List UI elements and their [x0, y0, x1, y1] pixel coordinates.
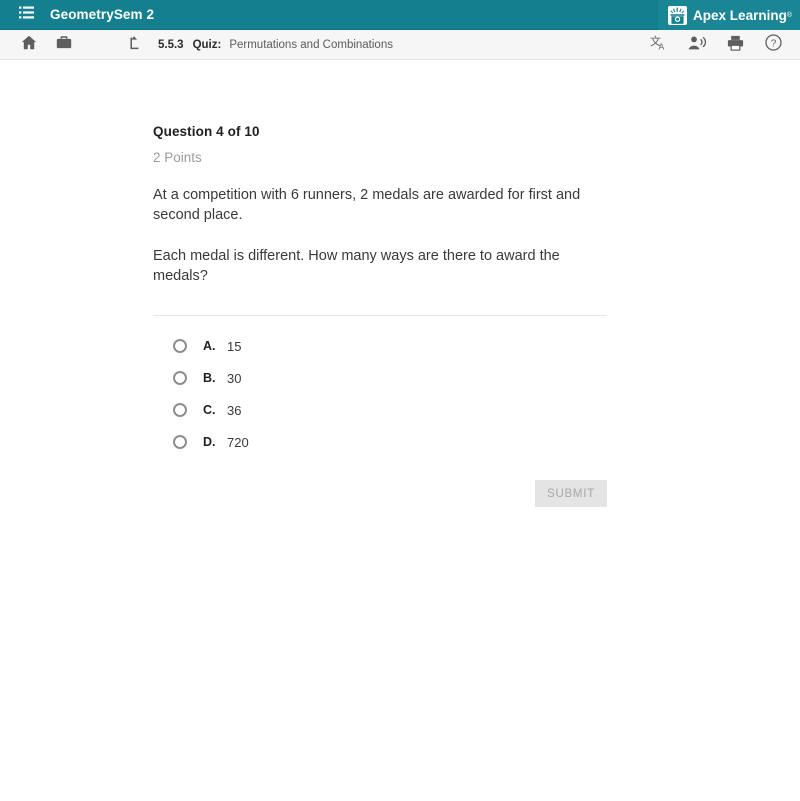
help-button[interactable]: ?	[758, 30, 788, 60]
answer-option-a[interactable]: A. 15	[173, 330, 433, 362]
brand-logo[interactable]: Apex Learning ®	[658, 0, 800, 30]
briefcase-icon	[56, 35, 72, 54]
answer-option-d[interactable]: D. 720	[173, 426, 433, 458]
option-letter-c: C.	[203, 403, 216, 417]
question-heading: Question 4 of 10	[153, 124, 260, 139]
answer-options-list: A. 15 B. 30 C. 36 D. 720	[153, 330, 800, 458]
briefcase-button[interactable]	[49, 30, 79, 60]
text-to-speech-icon	[688, 35, 707, 56]
svg-text:A: A	[659, 42, 665, 52]
breadcrumb-type: Quiz:	[192, 38, 222, 51]
option-letter-a: A.	[203, 339, 216, 353]
option-value-d: 720	[227, 434, 249, 450]
course-title: GeometrySem 2	[50, 7, 155, 22]
up-level-button[interactable]	[125, 34, 147, 56]
brand-trademark: ®	[786, 11, 792, 19]
brand-name: Apex Learning	[693, 7, 787, 23]
text-to-speech-button[interactable]	[682, 30, 712, 60]
translate-button[interactable]: 文 A	[644, 30, 674, 60]
svg-text:?: ?	[770, 38, 776, 49]
option-letter-b: B.	[203, 371, 216, 385]
hamburger-menu-icon	[18, 6, 34, 24]
help-icon: ?	[764, 34, 782, 56]
submit-row: SUBMIT	[153, 480, 607, 507]
top-header: GeometrySem 2 Apex Learning ®	[0, 0, 800, 30]
home-button[interactable]	[14, 30, 44, 60]
submit-button[interactable]: SUBMIT	[535, 480, 607, 507]
breadcrumb-number: 5.5.3	[158, 38, 184, 51]
option-letter-d: D.	[203, 435, 216, 449]
breadcrumb-name: Permutations and Combinations	[229, 38, 393, 51]
up-level-arrow-icon	[129, 35, 144, 55]
radio-button-c[interactable]	[173, 403, 187, 417]
toolbar-right-group: 文 A ?	[636, 30, 788, 60]
print-icon	[727, 35, 744, 56]
question-paragraph-2: Each medal is different. How many ways a…	[153, 248, 560, 284]
radio-button-b[interactable]	[173, 371, 187, 385]
translate-icon: 文 A	[650, 34, 668, 56]
radio-button-a[interactable]	[173, 339, 187, 353]
secondary-toolbar: 5.5.3 Quiz: Permutations and Combination…	[0, 30, 800, 60]
question-points: 2 Points	[153, 150, 202, 165]
print-button[interactable]	[720, 30, 750, 60]
radio-button-d[interactable]	[173, 435, 187, 449]
content-divider	[153, 315, 607, 316]
apex-logo-icon	[668, 5, 688, 25]
toolbar-left-group	[0, 30, 79, 60]
breadcrumb: 5.5.3 Quiz: Permutations and Combination…	[125, 34, 393, 56]
answer-option-b[interactable]: B. 30	[173, 362, 433, 394]
option-value-a: 15	[227, 338, 242, 354]
option-value-c: 36	[227, 402, 242, 418]
hamburger-menu-button[interactable]	[11, 0, 41, 30]
option-value-b: 30	[227, 370, 242, 386]
question-panel: Question 4 of 10 2 Points At a competiti…	[0, 60, 800, 507]
home-icon	[21, 35, 37, 55]
answer-option-c[interactable]: C. 36	[173, 394, 433, 426]
question-paragraph-1: At a competition with 6 runners, 2 medal…	[153, 187, 581, 223]
